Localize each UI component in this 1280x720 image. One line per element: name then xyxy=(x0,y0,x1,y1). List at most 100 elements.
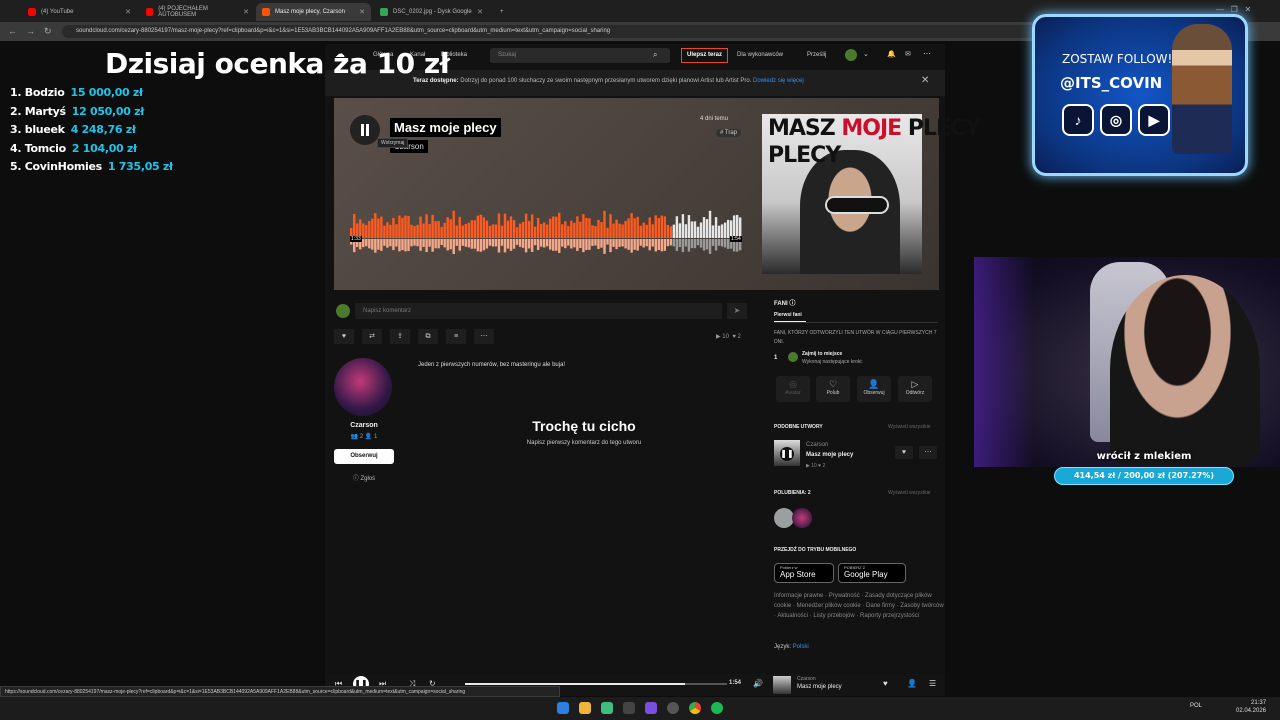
system-tray[interactable]: POL xyxy=(1190,703,1202,709)
cover-title-part: MASZ xyxy=(768,116,842,141)
share-button[interactable]: ⇪ xyxy=(390,329,410,344)
similar-track-thumb[interactable] xyxy=(774,440,800,466)
waveform-reflection xyxy=(603,239,606,254)
player-artist[interactable]: Czarson xyxy=(797,676,816,682)
repost-button[interactable]: ⇄ xyxy=(362,329,382,344)
language-indicator[interactable]: POL xyxy=(1190,703,1202,709)
pause-button[interactable] xyxy=(350,115,380,145)
spotify-icon[interactable] xyxy=(711,702,723,714)
language-value[interactable]: Polski xyxy=(793,644,809,650)
queue-icon[interactable]: ☰ xyxy=(929,679,936,688)
volume-icon[interactable]: 🔊 xyxy=(753,679,763,688)
close-icon[interactable]: ✕ xyxy=(125,8,131,16)
similar-view-all[interactable]: Wyświetl wszystkie xyxy=(888,424,930,430)
notification-bell-icon[interactable]: 🔔 xyxy=(887,50,896,58)
clock[interactable]: 21:37 02.04.2026 xyxy=(1236,699,1266,715)
tab-youtube-video[interactable]: (4) POJECHAŁEM AUTOBUSEM ✕ xyxy=(140,3,255,21)
nav-for-artists[interactable]: Dla wykonawców xyxy=(737,52,783,58)
user-avatar[interactable] xyxy=(845,49,857,61)
tab-google-drive[interactable]: DSC_0202.jpg - Dysk Google ✕ xyxy=(374,3,489,21)
banner-link[interactable]: Dowiedz się więcej xyxy=(753,78,804,84)
waveform[interactable] xyxy=(350,208,742,258)
artist-name[interactable]: Czarson xyxy=(334,422,394,429)
waveform-bar xyxy=(675,216,679,238)
info-icon[interactable]: ⓘ xyxy=(789,301,795,307)
comment-input[interactable]: Napisz komentarz xyxy=(355,303,722,319)
messages-icon[interactable]: ✉ xyxy=(905,50,911,58)
reload-icon[interactable]: ↻ xyxy=(44,26,52,37)
fan-avatar xyxy=(788,352,798,362)
tab-youtube[interactable]: (4) YouTube ✕ xyxy=(22,3,137,21)
obs-icon[interactable] xyxy=(667,702,679,714)
search-input[interactable]: Szukaj xyxy=(490,48,670,63)
nav-upload[interactable]: Prześlij xyxy=(807,52,826,58)
genre-tag[interactable]: # Trap xyxy=(716,129,742,137)
waveform-bar xyxy=(536,217,540,238)
like-step-button[interactable]: ♡ Polub xyxy=(816,376,850,402)
google-play-button[interactable]: POBIERZ Z Google Play xyxy=(838,563,906,583)
waveform-bar xyxy=(567,225,570,238)
url-input[interactable]: soundcloud.com/cezary-880254197/masz-moj… xyxy=(62,25,1042,38)
upgrade-button[interactable]: Ulepsz teraz xyxy=(681,48,729,63)
waveform-bar xyxy=(500,225,504,238)
search-icon[interactable]: ⌕ xyxy=(653,50,657,60)
artist-avatar[interactable] xyxy=(334,358,392,416)
forward-icon[interactable]: → xyxy=(26,26,35,36)
follow-button[interactable]: Obserwuj xyxy=(334,449,394,464)
send-comment-button[interactable]: ➤ xyxy=(727,303,747,319)
start-icon[interactable] xyxy=(557,702,569,714)
copy-link-button[interactable]: ⧉ xyxy=(418,329,438,344)
heart-icon[interactable]: ♥ xyxy=(883,679,888,688)
likes-view-all[interactable]: Wyświetl wszystkie xyxy=(888,490,930,496)
footer-links[interactable]: Informacje prawne · Prywatność · Zasady … xyxy=(774,591,944,621)
app-icon[interactable] xyxy=(601,702,613,714)
more-button[interactable]: ⋯ xyxy=(474,329,494,344)
liker-avatar[interactable] xyxy=(792,508,812,528)
new-tab-button[interactable]: + xyxy=(494,3,510,21)
liker-avatar[interactable] xyxy=(774,508,794,528)
fans-header: FANI ⓘ xyxy=(774,298,795,307)
similar-track-title[interactable]: Masz moje plecy xyxy=(806,452,853,458)
chevron-down-icon[interactable]: ⌄ xyxy=(863,50,869,58)
heart-icon: ♡ xyxy=(828,379,838,389)
waveform-bar xyxy=(416,224,419,238)
waveform-bar xyxy=(708,210,712,238)
language-selector[interactable]: Język: Polski xyxy=(774,644,809,650)
similar-more-button[interactable]: ⋯ xyxy=(919,446,937,459)
fans-header-text: FANI xyxy=(774,301,788,307)
similar-track-artist[interactable]: Czarson xyxy=(806,442,828,448)
add-to-playlist-button[interactable]: ≡ xyxy=(446,329,466,344)
close-icon[interactable]: ✕ xyxy=(243,8,249,16)
player-title[interactable]: Masz moje plecy xyxy=(797,684,842,690)
similar-like-button[interactable]: ♥ xyxy=(895,446,913,459)
chrome-icon[interactable] xyxy=(689,702,701,714)
waveform-bar xyxy=(552,216,555,238)
tab-first-fans[interactable]: Pierwsi fani xyxy=(774,312,802,318)
close-icon[interactable]: ✕ xyxy=(921,70,929,92)
player-thumb[interactable] xyxy=(773,676,791,694)
waveform-reflection xyxy=(591,239,594,246)
waveform-reflection xyxy=(470,239,474,249)
waveform-bar xyxy=(431,214,434,238)
follow-step-button[interactable]: 👤 Obserwuj xyxy=(857,376,891,402)
waveform-reflection xyxy=(509,239,513,251)
more-icon[interactable]: ⋯ xyxy=(923,49,931,58)
play-step-button[interactable]: ▷ Odtwórz xyxy=(898,376,932,402)
like-button[interactable]: ♥ xyxy=(334,329,354,344)
waveform-bar xyxy=(398,215,401,238)
close-icon[interactable]: ✕ xyxy=(477,8,483,16)
file-explorer-icon[interactable] xyxy=(579,702,591,714)
window-controls[interactable]: — ❐ ✕ xyxy=(1216,5,1251,14)
app-icon[interactable] xyxy=(623,702,635,714)
discord-icon[interactable] xyxy=(645,702,657,714)
back-icon[interactable]: ← xyxy=(8,26,17,36)
close-icon[interactable]: ✕ xyxy=(359,8,365,16)
report-button[interactable]: ⓘ Zgłoś xyxy=(334,473,394,482)
waveform-bar xyxy=(723,222,727,238)
waveform-reflection xyxy=(570,239,573,249)
tab-soundcloud[interactable]: Masz moje plecy, Czarson ✕ xyxy=(256,3,371,21)
app-store-button[interactable]: Pobierz w App Store xyxy=(774,563,834,583)
follow-icon[interactable]: 👤 xyxy=(907,679,917,688)
waveform-bar xyxy=(576,216,579,238)
waveform-bar xyxy=(515,227,519,238)
